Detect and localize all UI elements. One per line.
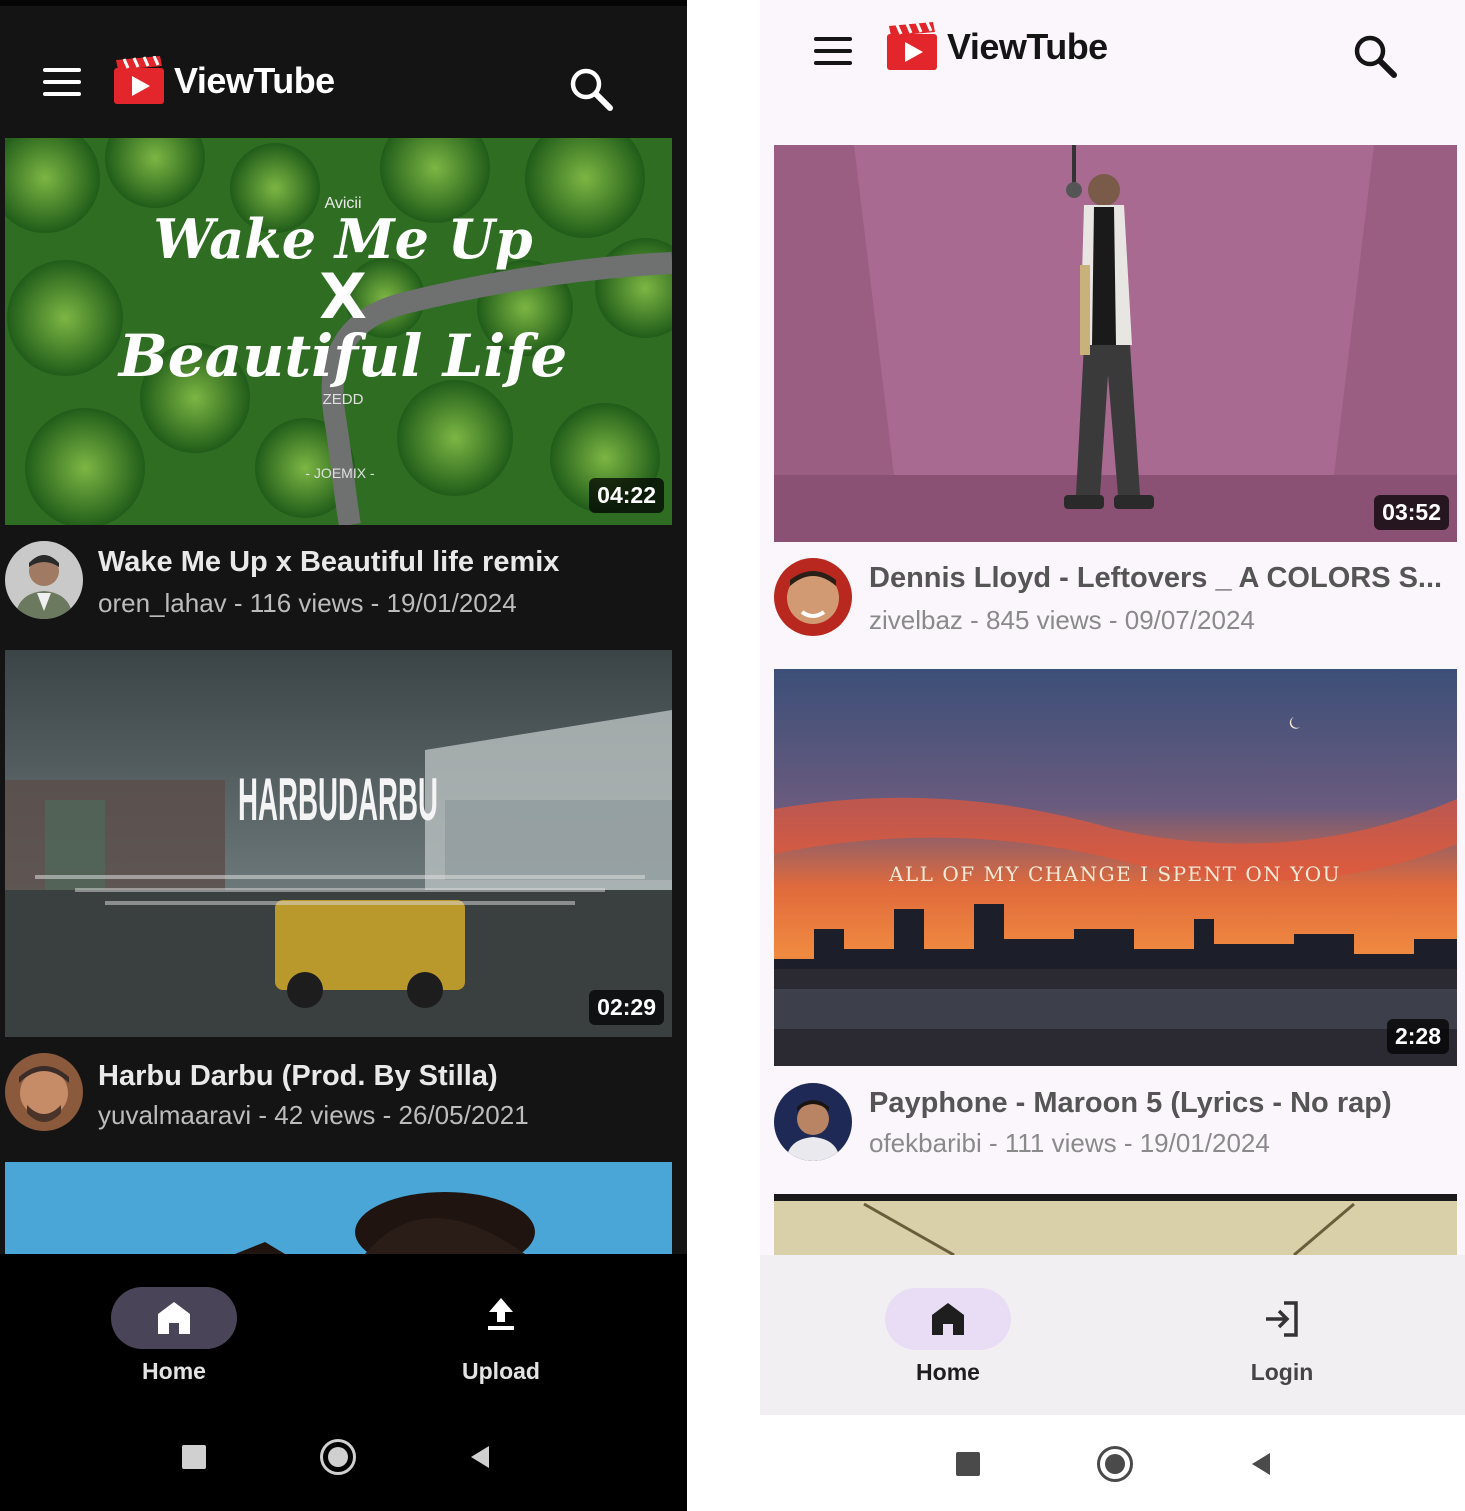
recents-button[interactable]	[182, 1445, 206, 1469]
app-logo[interactable]: ViewTube	[885, 22, 1108, 72]
video-card: Avicii Wake Me Up X Beautiful Life ZEDD …	[0, 136, 687, 650]
video-card	[0, 1162, 687, 1254]
channel-avatar[interactable]	[5, 541, 83, 619]
video-feed[interactable]: 03:52 Dennis Lloyd - Leftovers _ A COLOR…	[760, 140, 1465, 1255]
thumb-caption: ALL OF MY CHANGE I SPENT ON YOU	[888, 862, 1341, 886]
menu-icon[interactable]	[43, 68, 81, 96]
login-icon	[1262, 1299, 1302, 1339]
video-duration-badge: 02:29	[589, 990, 664, 1025]
avatar-image	[5, 1053, 83, 1131]
video-thumbnail[interactable]: Avicii Wake Me Up X Beautiful Life ZEDD …	[5, 138, 672, 525]
system-navigation-bar	[760, 1415, 1465, 1511]
nav-login[interactable]: Login	[1182, 1255, 1382, 1385]
search-icon[interactable]	[1353, 34, 1397, 78]
warehouse-thumbnail-image: HARBUDARBU	[5, 650, 672, 1037]
thumb-credit: - JOEMIX -	[305, 465, 375, 481]
nav-login-label: Login	[1250, 1359, 1314, 1385]
video-thumbnail[interactable]: HARBUDARBU 02:29	[5, 650, 672, 1037]
nav-home[interactable]: Home	[74, 1254, 274, 1384]
recents-button[interactable]	[956, 1452, 980, 1476]
thumb-artist-bottom: ZEDD	[323, 391, 364, 408]
app-logo[interactable]: ViewTube	[112, 56, 335, 106]
app-name: ViewTube	[174, 60, 335, 101]
home-system-dot	[1105, 1454, 1125, 1474]
nav-home[interactable]: Home	[848, 1255, 1048, 1385]
dark-phone-screen: ViewTube Avicii Wake Me Up X Beautiful L…	[0, 0, 687, 1511]
video-thumbnail[interactable]: 03:52	[774, 145, 1457, 542]
video-duration-badge: 03:52	[1374, 495, 1449, 530]
room-thumbnail-image	[774, 1194, 1457, 1255]
thumb-title: HARBUDARBU	[238, 766, 438, 833]
nav-upload[interactable]: Upload	[401, 1254, 601, 1384]
video-feed[interactable]: Avicii Wake Me Up X Beautiful Life ZEDD …	[0, 136, 687, 1254]
video-duration-badge: 04:22	[589, 478, 664, 513]
upload-icon	[481, 1294, 521, 1334]
home-icon	[928, 1299, 968, 1339]
back-button[interactable]	[1248, 1451, 1274, 1477]
app-top-bar: ViewTube	[0, 0, 687, 136]
video-title[interactable]: Payphone - Maroon 5 (Lyrics - No rap)	[869, 1087, 1449, 1120]
colors-studio-thumbnail-image	[774, 145, 1457, 542]
video-card: ALL OF MY CHANGE I SPENT ON YOU 2:28 Pay…	[760, 665, 1465, 1190]
app-top-bar: ViewTube	[760, 0, 1465, 140]
video-title[interactable]: Dennis Lloyd - Leftovers _ A COLORS S...	[869, 562, 1449, 595]
video-title[interactable]: Harbu Darbu (Prod. By Stilla)	[98, 1060, 658, 1093]
home-system-button[interactable]	[320, 1439, 356, 1475]
video-thumbnail[interactable]: ALL OF MY CHANGE I SPENT ON YOU 2:28	[774, 669, 1457, 1066]
video-title[interactable]: Wake Me Up x Beautiful life remix	[98, 546, 658, 579]
video-meta: yuvalmaaravi - 42 views - 26/05/2021	[98, 1100, 529, 1130]
app-name: ViewTube	[947, 26, 1108, 67]
channel-avatar[interactable]	[774, 1083, 852, 1161]
video-thumbnail[interactable]	[774, 1194, 1457, 1255]
nav-upload-label: Upload	[462, 1358, 540, 1384]
home-icon	[154, 1298, 194, 1338]
video-meta: zivelbaz - 845 views - 09/07/2024	[869, 605, 1255, 635]
video-card	[760, 1194, 1465, 1255]
video-duration-badge: 2:28	[1386, 1019, 1449, 1054]
palm-sky-thumbnail-image	[5, 1162, 672, 1254]
menu-icon[interactable]	[814, 37, 852, 65]
video-meta: ofekbaribi - 111 views - 19/01/2024	[869, 1128, 1270, 1158]
avatar-image	[5, 541, 83, 619]
clapperboard-play-icon	[112, 56, 166, 106]
avatar-image	[774, 558, 852, 636]
sunset-city-thumbnail-image: ALL OF MY CHANGE I SPENT ON YOU	[774, 669, 1457, 1066]
channel-avatar[interactable]	[5, 1053, 83, 1131]
search-icon[interactable]	[569, 67, 613, 111]
thumb-line-2: Beautiful Life	[117, 322, 568, 390]
bottom-navigation: Home Login	[760, 1255, 1465, 1415]
home-system-button[interactable]	[1097, 1446, 1133, 1482]
video-thumbnail[interactable]	[5, 1162, 672, 1254]
home-system-dot	[328, 1447, 348, 1467]
back-button[interactable]	[467, 1444, 493, 1470]
channel-avatar[interactable]	[774, 558, 852, 636]
video-card: HARBUDARBU 02:29 Harbu Darbu (Prod. By S…	[0, 650, 687, 1162]
video-card: 03:52 Dennis Lloyd - Leftovers _ A COLOR…	[760, 140, 1465, 665]
avatar-image	[774, 1083, 852, 1161]
palm-forest-thumbnail-image: Avicii Wake Me Up X Beautiful Life ZEDD …	[5, 138, 672, 525]
light-phone-screen: ViewTube 03:52 Dennis Lloyd - Leftovers …	[760, 0, 1465, 1511]
clapperboard-play-icon	[885, 22, 939, 72]
video-meta: oren_lahav - 116 views - 19/01/2024	[98, 588, 517, 618]
nav-home-label: Home	[142, 1358, 206, 1384]
system-navigation-bar	[0, 1409, 687, 1511]
bottom-navigation: Home Upload	[0, 1254, 687, 1409]
nav-home-label: Home	[916, 1359, 980, 1385]
